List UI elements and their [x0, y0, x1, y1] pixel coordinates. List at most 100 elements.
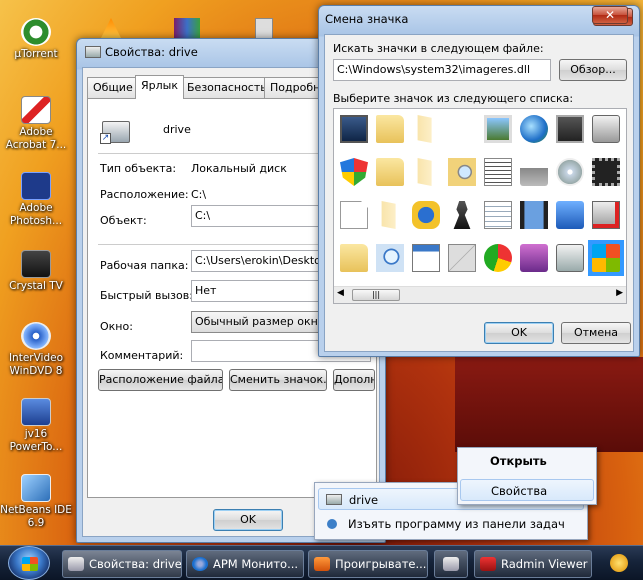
desktop-icon-jv16[interactable]: jv16 PowerTo...	[0, 398, 72, 454]
shortcut-arrow-icon: ↗	[100, 133, 111, 144]
tray-icon[interactable]	[610, 554, 628, 572]
taskbar-item-properties[interactable]: Свойства: drive	[62, 550, 182, 578]
taskbar-item-arm[interactable]: АРМ Монито...	[186, 550, 304, 578]
desktop-icon-acrobat[interactable]: Adobe Acrobat 7...	[0, 96, 72, 152]
type-value: Локальный диск	[191, 162, 287, 175]
icon-cell[interactable]	[552, 154, 588, 190]
properties-ok-button[interactable]: OK	[213, 509, 283, 531]
icon-list-label: Выберите значок из следующего списка:	[333, 92, 574, 105]
location-value: C:\	[191, 188, 207, 201]
desktop-icon-utorrent[interactable]: µTorrent	[0, 18, 72, 61]
dialog-cancel-button[interactable]: Отмена	[561, 322, 631, 344]
control-panel-icon	[556, 201, 584, 229]
scroll-thumb[interactable]: |||	[352, 289, 400, 301]
shortcut-name: drive	[163, 123, 191, 136]
icon-cell[interactable]	[480, 240, 516, 276]
icon-cell[interactable]	[336, 111, 372, 147]
partial-desktop-icon	[100, 18, 122, 40]
window-doc-icon	[412, 244, 440, 272]
icon-cell[interactable]	[480, 111, 516, 147]
background-window-close-icon[interactable]: ✕	[592, 6, 628, 24]
icon-cell[interactable]	[516, 240, 552, 276]
icon-cell[interactable]	[336, 154, 372, 190]
workdir-label: Рабочая папка:	[100, 259, 189, 272]
ie-icon	[192, 557, 208, 571]
icon-cell[interactable]	[372, 111, 408, 147]
windows-logo-icon	[592, 244, 620, 272]
icon-cell[interactable]	[588, 111, 624, 147]
icon-cell[interactable]	[408, 154, 444, 190]
taskbar-item-radmin[interactable]: Radmin Viewer	[474, 550, 592, 578]
icon-cell[interactable]	[408, 240, 444, 276]
icon-cell[interactable]	[372, 240, 408, 276]
icon-cell[interactable]	[516, 154, 552, 190]
horizontal-scrollbar[interactable]: ◀ ||| ▶	[334, 286, 626, 303]
desktop-icon-crystaltv[interactable]: Crystal TV	[0, 250, 72, 293]
drive-small-icon	[443, 557, 459, 571]
icon-cell[interactable]	[444, 111, 480, 147]
start-button[interactable]	[8, 546, 50, 580]
drive-x-icon	[592, 201, 620, 229]
icon-cell[interactable]	[336, 240, 372, 276]
change-icon-titlebar[interactable]: Смена значка ✕	[319, 6, 639, 34]
taskbar-item-player[interactable]: Проигрывате...	[308, 550, 428, 578]
icon-cell[interactable]	[408, 197, 444, 233]
document-icon	[340, 201, 368, 229]
folder-icon	[376, 158, 404, 186]
drive-small-icon	[326, 494, 342, 505]
icon-cell[interactable]	[552, 240, 588, 276]
media-player-icon	[314, 557, 330, 571]
taskbar-item-label: Radmin Viewer	[501, 557, 588, 571]
desktop-icon-label: µTorrent	[14, 48, 58, 60]
green-check-icon	[484, 244, 512, 272]
icon-cell[interactable]	[444, 240, 480, 276]
pin-icon	[327, 519, 337, 529]
icon-cell[interactable]	[588, 197, 624, 233]
icon-cell[interactable]	[408, 111, 444, 147]
tab-shortcut[interactable]: Ярлык	[135, 75, 184, 99]
monitor-icon	[340, 115, 368, 143]
dialog-ok-button[interactable]: OK	[484, 322, 554, 344]
desktop-icon-label: InterVideo WinDVD 8	[8, 352, 64, 377]
change-icon-button[interactable]: Сменить значок...	[229, 369, 327, 391]
menu-item-properties[interactable]: Свойства	[460, 479, 594, 501]
globe-network-icon	[520, 115, 548, 143]
icon-cell[interactable]	[444, 154, 480, 190]
window-title: Свойства: drive	[105, 45, 198, 59]
icon-list[interactable]: ◀ ||| ▶	[333, 108, 627, 304]
icon-cell[interactable]	[372, 197, 408, 233]
icon-cell[interactable]	[480, 197, 516, 233]
icon-file-path-input[interactable]: C:\Windows\system32\imageres.dll	[333, 59, 551, 81]
icon-cell[interactable]	[588, 240, 624, 276]
advanced-button[interactable]: Дополнительно...	[333, 369, 375, 391]
icon-cell[interactable]	[516, 197, 552, 233]
icon-cell[interactable]	[444, 197, 480, 233]
background-window	[455, 357, 643, 452]
change-icon-dialog[interactable]: Смена значка ✕ Искать значки в следующем…	[318, 5, 640, 357]
taskbar-item-drive[interactable]	[434, 550, 468, 578]
icon-cell[interactable]	[336, 197, 372, 233]
scroll-right-icon[interactable]: ▶	[616, 288, 623, 298]
icon-cell[interactable]	[552, 111, 588, 147]
shield-icon	[340, 158, 368, 186]
icon-cell[interactable]	[480, 154, 516, 190]
icon-cell[interactable]	[516, 111, 552, 147]
desktop-icon-netbeans[interactable]: NetBeans IDE 6.9	[0, 474, 72, 530]
partial-desktop-icon	[255, 18, 273, 40]
icon-cell[interactable]	[372, 154, 408, 190]
scroll-left-icon[interactable]: ◀	[337, 288, 344, 298]
desktop-icon-photoshop[interactable]: Adobe Photosh...	[0, 172, 72, 228]
tab-security[interactable]: Безопасность	[181, 77, 273, 98]
file-location-button[interactable]: Расположение файла	[98, 369, 223, 391]
folder-blank-icon	[417, 158, 432, 186]
menu-item-open[interactable]: Открыть	[460, 450, 594, 472]
magnifier-doc-icon	[376, 244, 404, 272]
search-file-label: Искать значки в следующем файле:	[333, 42, 544, 55]
browse-button[interactable]: Обзор...	[559, 59, 627, 81]
jumplist-unpin-item[interactable]: Изъять программу из панели задач	[318, 513, 584, 535]
puzzle-icon	[412, 201, 440, 229]
desktop-icon-windvd[interactable]: InterVideo WinDVD 8	[0, 322, 72, 378]
icon-cell[interactable]	[552, 197, 588, 233]
icon-cell[interactable]	[588, 154, 624, 190]
tab-general[interactable]: Общие	[87, 77, 139, 98]
